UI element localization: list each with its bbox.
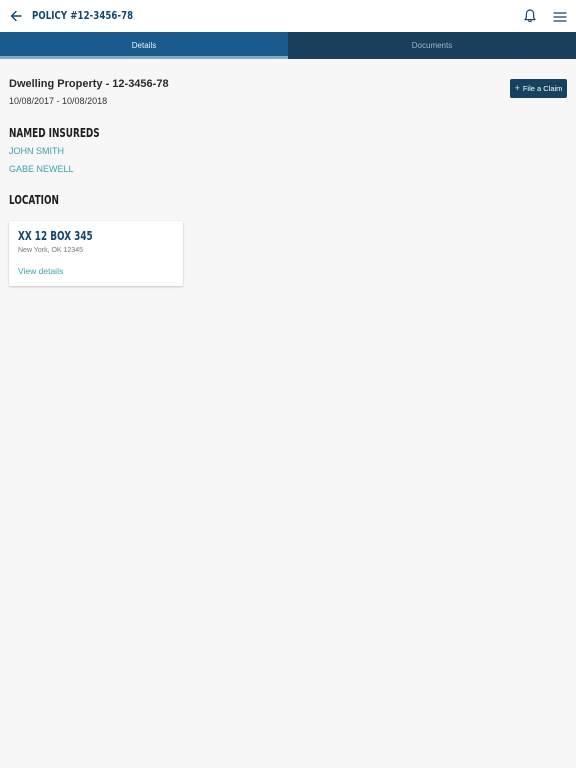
page-title: POLICY #12-3456-78 (32, 9, 134, 22)
policy-heading: Dwelling Property - 12-3456-78 (9, 78, 169, 90)
tab-documents[interactable]: Documents (288, 32, 576, 59)
back-button[interactable] (9, 9, 23, 23)
arrow-left-icon (10, 10, 22, 22)
named-insured-link[interactable]: JOHN SMITH (9, 146, 64, 156)
location-card: XX 12 BOX 345 New York, OK 12345 View de… (9, 221, 183, 286)
location-street: XX 12 BOX 345 (18, 229, 93, 243)
file-claim-label: File a Claim (522, 84, 563, 93)
tab-bar: Details Documents (0, 32, 576, 59)
plus-icon: + (514, 83, 520, 93)
policy-dates: 10/08/2017 - 10/08/2018 (9, 96, 108, 106)
view-details-link[interactable]: View details (18, 266, 63, 276)
menu-button[interactable] (553, 10, 567, 22)
file-claim-button[interactable]: + File a Claim (510, 79, 567, 98)
location-title: LOCATION (9, 193, 59, 207)
tab-details[interactable]: Details (0, 32, 288, 59)
location-city: New York, OK 12345 (18, 247, 83, 254)
bell-icon (524, 9, 536, 23)
named-insured-link[interactable]: GABE NEWELL (9, 164, 74, 174)
notifications-button[interactable] (523, 8, 537, 24)
app-bar: POLICY #12-3456-78 (0, 0, 576, 32)
named-insureds-title: NAMED INSUREDS (9, 126, 100, 140)
hamburger-menu-icon (553, 12, 567, 22)
